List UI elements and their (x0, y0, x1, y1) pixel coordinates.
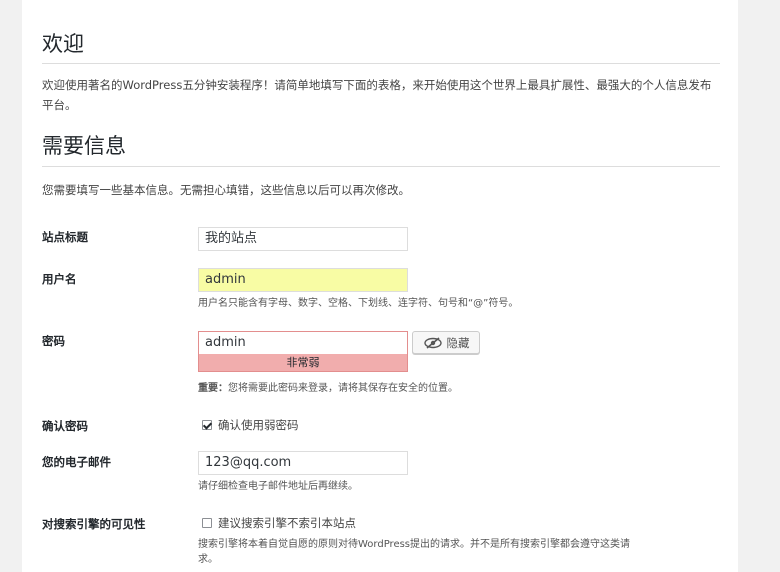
email-hint: 请仔细检查电子邮件地址后再继续。 (198, 481, 358, 492)
welcome-intro: 欢迎使用著名的WordPress五分钟安装程序！请简单地填写下面的表格，来开始使… (42, 78, 712, 112)
welcome-heading: 欢迎 (42, 32, 84, 56)
password-strength-meter: 非常弱 (198, 354, 408, 372)
password-hint: 重要：您将需要此密码来登录，请将其保存在安全的位置。 (198, 381, 458, 396)
password-hint-text: 您将需要此密码来登录，请将其保存在安全的位置。 (228, 383, 458, 394)
discourage-search-checkbox[interactable] (202, 518, 212, 528)
divider (42, 63, 720, 64)
eye-slash-icon (423, 336, 442, 349)
password-label: 密码 (42, 334, 65, 348)
hide-password-label: 隐藏 (446, 335, 470, 350)
discourage-search-row: 建议搜索引擎不索引本站点 (202, 515, 356, 531)
search-visibility-label: 对搜索引擎的可见性 (42, 517, 146, 531)
username-input[interactable]: admin (198, 268, 408, 292)
required-info-heading: 需要信息 (42, 134, 126, 158)
confirm-weak-password-row: 确认使用弱密码 (202, 417, 299, 433)
hide-password-button[interactable]: 隐藏 (412, 331, 480, 354)
confirm-weak-password-checkbox[interactable] (202, 420, 212, 430)
site-title-label: 站点标题 (42, 230, 88, 244)
username-hint: 用户名只能含有字母、数字、空格、下划线、连字符、句号和“@”符号。 (198, 298, 519, 309)
confirm-password-label: 确认密码 (42, 419, 88, 433)
divider (42, 166, 720, 167)
discourage-search-label[interactable]: 建议搜索引擎不索引本站点 (218, 515, 356, 531)
confirm-weak-password-label[interactable]: 确认使用弱密码 (218, 417, 299, 433)
password-input[interactable]: admin (198, 331, 408, 355)
install-form-card: 欢迎 欢迎使用著名的WordPress五分钟安装程序！请简单地填写下面的表格，来… (22, 0, 738, 572)
email-label: 您的电子邮件 (42, 455, 111, 469)
username-label: 用户名 (42, 272, 77, 286)
site-title-input[interactable]: 我的站点 (198, 227, 408, 251)
email-input[interactable]: 123@qq.com (198, 451, 408, 475)
required-info-intro: 您需要填写一些基本信息。无需担心填错，这些信息以后可以再次修改。 (42, 183, 410, 197)
search-visibility-hint-line2: 求。 (198, 554, 218, 565)
password-hint-important: 重要： (198, 383, 228, 394)
search-visibility-hint-line1: 搜索引擎将本着自觉自愿的原则对待WordPress提出的请求。并不是所有搜索引擎… (198, 539, 631, 550)
